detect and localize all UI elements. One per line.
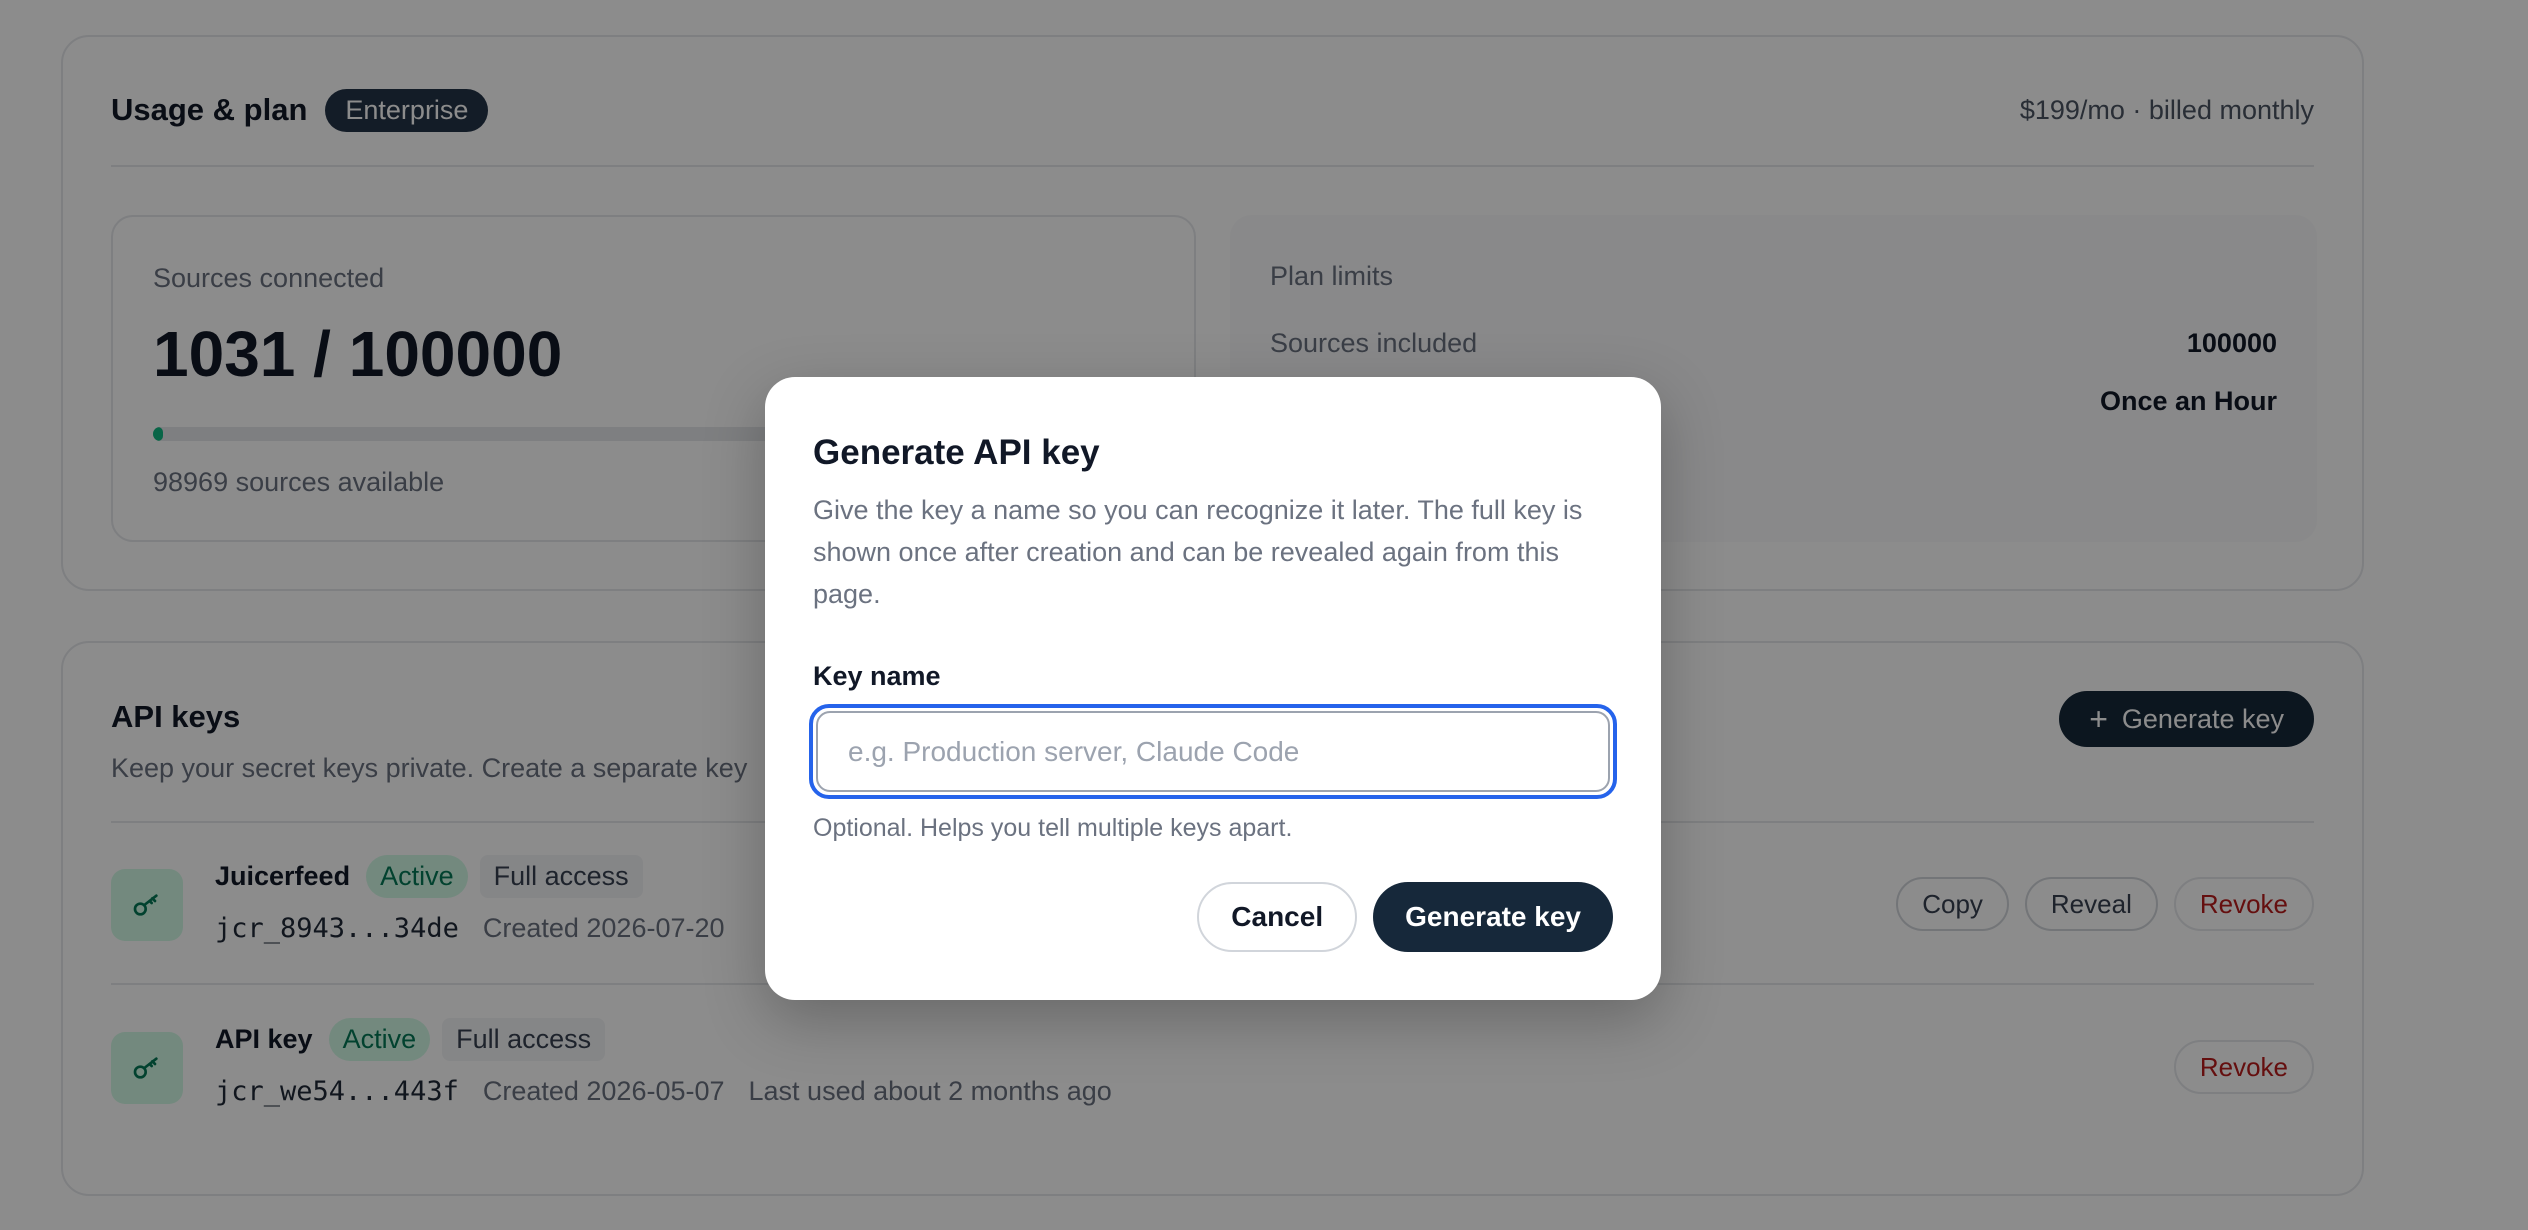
dialog-actions: Cancel Generate key (1197, 882, 1613, 952)
cancel-button[interactable]: Cancel (1197, 882, 1358, 952)
dialog-description: Give the key a name so you can recognize… (813, 495, 1583, 609)
key-name-help: Optional. Helps you tell multiple keys a… (813, 814, 1293, 842)
dialog-title: Generate API key (813, 433, 1100, 472)
key-name-focus-ring (809, 704, 1617, 799)
key-name-input[interactable] (816, 711, 1610, 792)
key-name-label: Key name (813, 661, 941, 691)
generate-key-dialog: Generate API key Give the key a name so … (765, 377, 1661, 1000)
page-root: Usage & plan Enterprise $199/mo · billed… (0, 0, 2528, 1230)
confirm-generate-key-button[interactable]: Generate key (1373, 882, 1613, 952)
